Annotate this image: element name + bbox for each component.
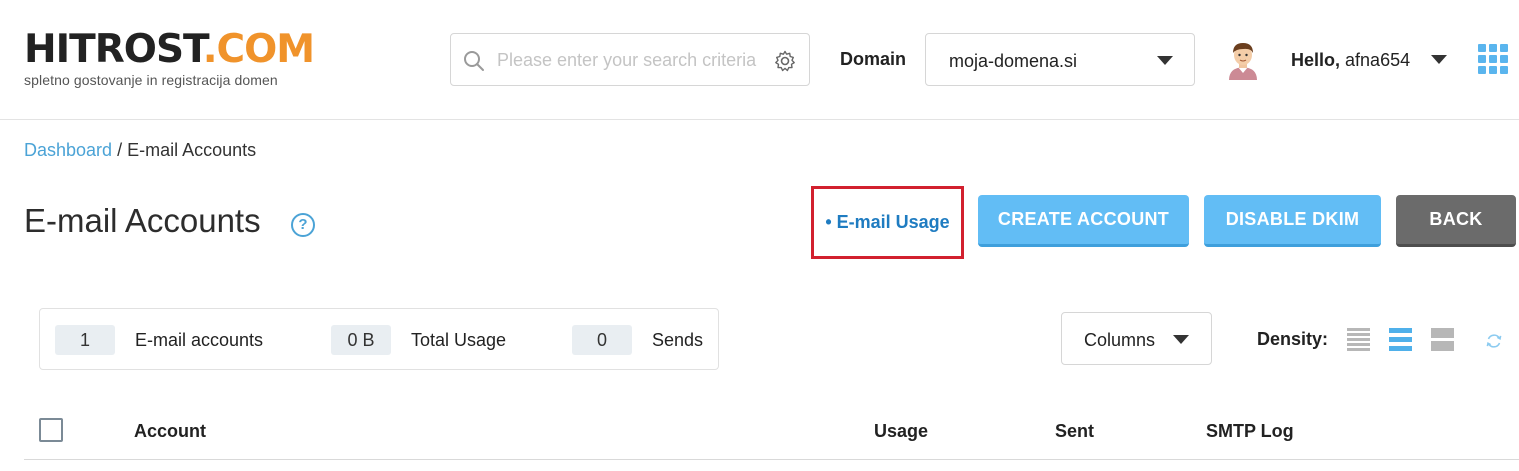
create-account-button[interactable]: CREATE ACCOUNT xyxy=(978,195,1189,247)
column-header-usage[interactable]: Usage xyxy=(874,421,928,442)
stats-summary: 1 E-mail accounts 0 B Total Usage 0 Send… xyxy=(39,308,719,370)
user-menu-chevron-icon[interactable] xyxy=(1431,55,1447,64)
disable-dkim-button[interactable]: DISABLE DKIM xyxy=(1204,195,1381,247)
logo-wordmark: HITROST.COM xyxy=(24,27,315,72)
density-compact-icon[interactable] xyxy=(1347,328,1370,351)
density-medium-icon[interactable] xyxy=(1389,328,1412,351)
search-input[interactable] xyxy=(497,47,765,73)
domain-label: Domain xyxy=(840,49,907,69)
email-usage-link[interactable]: • E-mail Usage xyxy=(811,186,964,259)
chevron-down-icon xyxy=(1173,335,1189,344)
density-label: Density: xyxy=(1257,329,1329,349)
breadcrumb-current: E-mail Accounts xyxy=(127,140,257,160)
stat-usage-value: 0 B xyxy=(331,325,391,355)
column-header-account[interactable]: Account xyxy=(134,421,206,442)
stat-accounts-label: E-mail accounts xyxy=(135,330,264,350)
search-box xyxy=(450,33,810,86)
columns-dropdown[interactable]: Columns xyxy=(1061,312,1212,365)
column-header-sent[interactable]: Sent xyxy=(1055,421,1094,442)
columns-label: Columns xyxy=(1084,330,1156,350)
table-header: Account Usage Sent SMTP Log xyxy=(24,404,1519,460)
stat-usage-label: Total Usage xyxy=(411,330,507,350)
breadcrumb-separator: / xyxy=(112,140,128,160)
domain-select-value: moja-domena.si xyxy=(949,51,1078,71)
search-icon xyxy=(464,51,484,71)
gear-icon[interactable] xyxy=(773,49,797,73)
stat-accounts-count: 1 xyxy=(55,325,115,355)
refresh-icon[interactable] xyxy=(1485,332,1503,350)
apps-grid-icon[interactable] xyxy=(1478,44,1510,76)
page-title: E-mail Accounts xyxy=(24,202,261,239)
breadcrumb: Dashboard / E-mail Accounts xyxy=(24,140,256,161)
logo[interactable]: HITROST.COM spletno gostovanje in regist… xyxy=(24,27,315,89)
domain-select[interactable]: moja-domena.si xyxy=(925,33,1195,86)
back-button[interactable]: BACK xyxy=(1396,195,1516,247)
density-comfortable-icon[interactable] xyxy=(1431,328,1454,351)
breadcrumb-dashboard-link[interactable]: Dashboard xyxy=(24,140,112,160)
top-header: HITROST.COM spletno gostovanje in regist… xyxy=(0,0,1519,120)
stat-sends-count: 0 xyxy=(572,325,632,355)
select-all-checkbox[interactable] xyxy=(39,418,63,442)
user-greeting[interactable]: Hello, afna654 xyxy=(1291,50,1410,71)
stat-sends-label: Sends xyxy=(652,330,704,350)
column-header-smtp-log[interactable]: SMTP Log xyxy=(1206,421,1294,442)
help-icon[interactable]: ? xyxy=(291,213,315,237)
logo-tagline: spletno gostovanje in registracija domen xyxy=(24,72,278,88)
chevron-down-icon xyxy=(1157,56,1173,65)
avatar[interactable] xyxy=(1225,40,1261,80)
